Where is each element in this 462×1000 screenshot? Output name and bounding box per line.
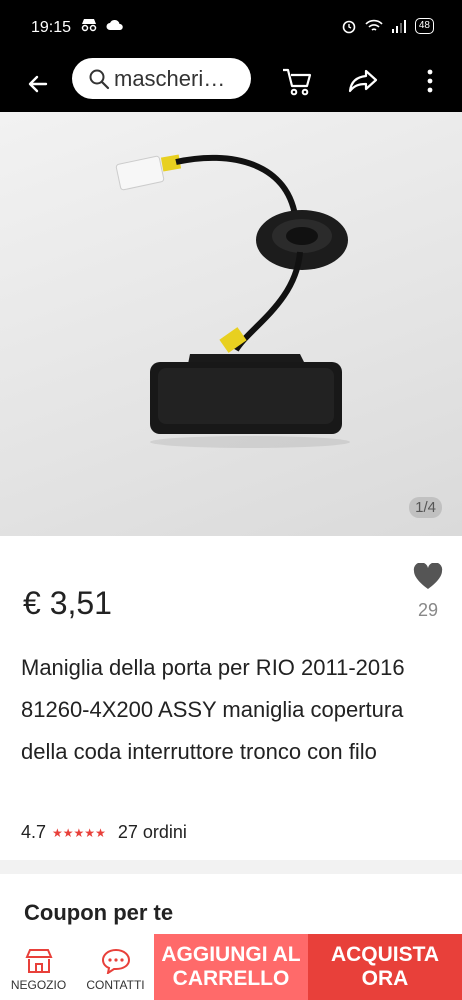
store-icon <box>24 949 53 973</box>
coupon-section-title: Coupon per te <box>24 900 174 925</box>
search-query: mascheri… <box>114 65 226 91</box>
back-button[interactable] <box>22 64 54 104</box>
more-vertical-icon <box>427 69 433 93</box>
orders-count: 27 ordini <box>117 822 187 842</box>
wishlist-count: 29 <box>417 600 439 620</box>
chat-icon <box>101 948 130 974</box>
store-label: NEGOZIO <box>10 978 67 992</box>
contacts-button[interactable]: CONTATTI <box>77 934 154 1000</box>
add-to-cart-button[interactable]: AGGIUNGI AL CARRELLO <box>154 934 308 1000</box>
arrow-left-icon <box>28 75 48 93</box>
status-bar: 19:15 48 <box>0 0 462 56</box>
bottom-action-bar: NEGOZIO CONTATTI AGGIUNGI AL CARRELLO AC… <box>0 934 462 1000</box>
wifi-icon <box>365 19 383 31</box>
battery-indicator: 48 <box>414 18 434 34</box>
alarm-icon <box>342 20 356 34</box>
status-time: 19:15 <box>31 19 72 36</box>
buy-now-button[interactable]: ACQUISTA ORA <box>308 934 462 1000</box>
share-icon <box>348 69 378 93</box>
contacts-label: CONTATTI <box>86 978 145 992</box>
signal-icon <box>391 20 406 33</box>
rating-stars: ★★★★★ <box>52 825 106 840</box>
more-options-button[interactable] <box>418 64 442 100</box>
incognito-icon <box>81 19 97 32</box>
product-price: € 3,51 <box>23 585 112 621</box>
top-nav: mascheri… <box>0 56 462 112</box>
cart-icon <box>283 68 312 96</box>
search-icon <box>89 69 110 89</box>
image-counter: 1/4 <box>409 497 442 518</box>
product-image[interactable]: 1/4 <box>0 112 462 536</box>
cloud-icon <box>106 19 123 30</box>
store-button[interactable]: NEGOZIO <box>0 934 77 1000</box>
section-divider <box>0 860 462 874</box>
heart-icon <box>413 562 443 589</box>
rating-row[interactable]: 4.7 ★★★★★ 27 ordini <box>21 822 187 843</box>
search-input[interactable]: mascheri… <box>72 58 251 99</box>
cart-button[interactable] <box>280 64 316 100</box>
wishlist-button[interactable]: 29 <box>410 562 446 621</box>
product-photo <box>115 154 350 448</box>
rating-value: 4.7 <box>21 822 47 842</box>
product-title: Maniglia della porta per RIO 2011-2016 8… <box>21 655 405 764</box>
share-button[interactable] <box>346 64 382 100</box>
